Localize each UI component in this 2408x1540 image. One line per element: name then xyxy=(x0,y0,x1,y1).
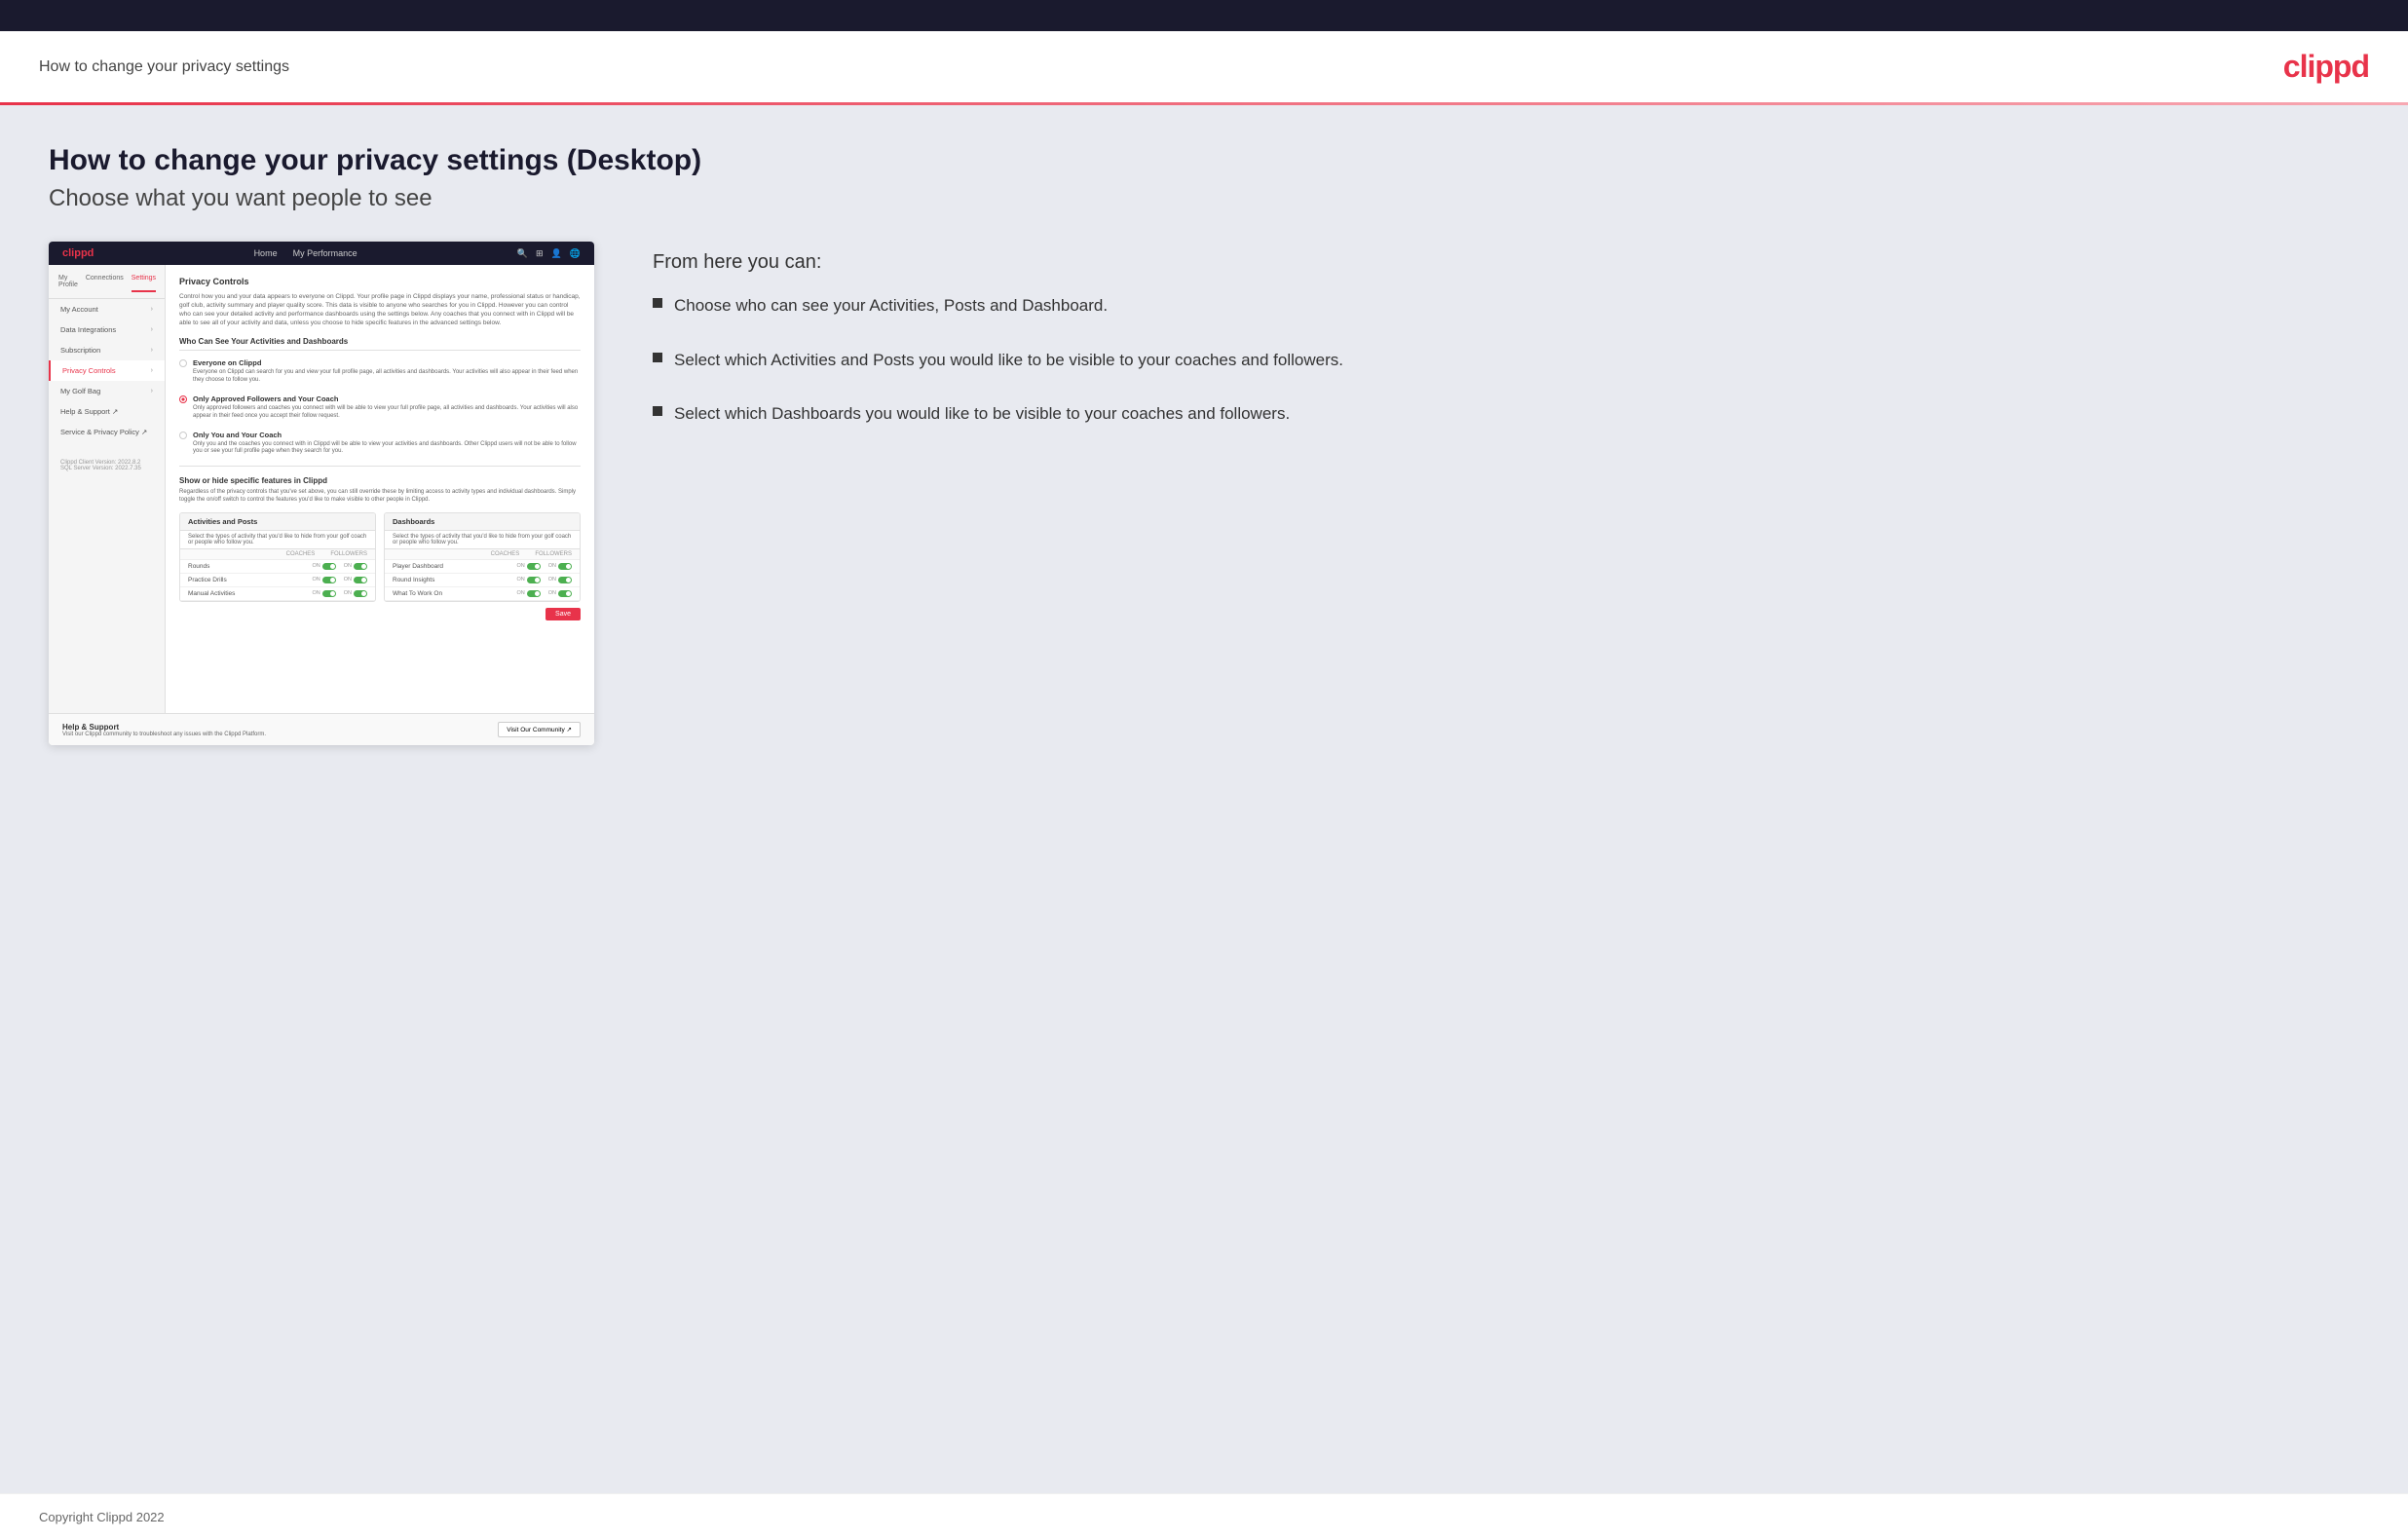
screenshot-container: clippd Home My Performance 🔍 ⊞ 👤 🌐 My xyxy=(49,242,594,745)
mock-tab-settings: Settings xyxy=(132,275,156,292)
mock-toggle-practice-followers[interactable]: ON xyxy=(344,577,367,583)
logo: clippd xyxy=(2283,49,2369,85)
mock-save-button[interactable]: Save xyxy=(546,608,581,620)
mock-toggles-row: Activities and Posts Select the types of… xyxy=(179,512,581,602)
mock-toggle-manual: Manual Activities ON ON xyxy=(180,587,375,601)
mock-sidebar-my-account[interactable]: My Account› xyxy=(49,299,165,319)
mock-activities-desc: Select the types of activity that you'd … xyxy=(180,531,375,549)
mock-dashboards-header: Dashboards xyxy=(385,513,580,531)
mock-help-title: Help & Support xyxy=(62,723,266,732)
mock-sidebar-tabs: My Profile Connections Settings xyxy=(49,275,165,299)
mock-activities-section: Activities and Posts Select the types of… xyxy=(179,512,376,602)
mock-divider xyxy=(179,466,581,467)
bullet-square-3 xyxy=(653,406,662,416)
mock-sidebar: My Profile Connections Settings My Accou… xyxy=(49,265,166,713)
info-panel: From here you can: Choose who can see yo… xyxy=(653,242,2359,456)
mock-save-row: Save xyxy=(179,602,581,626)
mock-visit-community-btn[interactable]: Visit Our Community ↗ xyxy=(498,722,581,737)
mock-privacy-title: Privacy Controls xyxy=(179,277,581,286)
mock-search-icon: 🔍 xyxy=(517,248,528,259)
info-from-here-title: From here you can: xyxy=(653,251,2359,274)
mock-who-title: Who Can See Your Activities and Dashboar… xyxy=(179,337,581,351)
mock-toggle-rounds-followers[interactable]: ON xyxy=(344,563,367,570)
footer: Copyright Clippd 2022 xyxy=(0,1493,2408,1540)
mock-globe-icon: 🌐 xyxy=(570,248,581,259)
mock-toggle-player-coaches[interactable]: ON xyxy=(517,563,541,570)
bullet-square-1 xyxy=(653,298,662,308)
mock-body: My Profile Connections Settings My Accou… xyxy=(49,265,594,713)
mock-toggle-manual-followers[interactable]: ON xyxy=(344,590,367,597)
main-content: How to change your privacy settings (Des… xyxy=(0,105,2408,1493)
mock-nav-bar: clippd Home My Performance 🔍 ⊞ 👤 🌐 xyxy=(49,242,594,265)
mock-toggle-rounds-coaches[interactable]: ON xyxy=(313,563,336,570)
mock-toggle-manual-coaches[interactable]: ON xyxy=(313,590,336,597)
mock-main: Privacy Controls Control how you and you… xyxy=(166,265,594,713)
mock-toggle-work-followers[interactable]: ON xyxy=(548,590,572,597)
mock-user-icon: 👤 xyxy=(551,248,562,259)
mock-nav-home: Home xyxy=(254,248,278,258)
mock-toggle-round-insights: Round Insights ON ON xyxy=(385,574,580,587)
mock-toggle-player-dashboard: Player Dashboard ON ON xyxy=(385,560,580,574)
mock-nav-performance: My Performance xyxy=(293,248,357,258)
mock-dashboards-section: Dashboards Select the types of activity … xyxy=(384,512,581,602)
mock-sidebar-help[interactable]: Help & Support ↗ xyxy=(49,401,165,422)
mock-activities-header: Activities and Posts xyxy=(180,513,375,531)
mock-toggle-round-followers[interactable]: ON xyxy=(548,577,572,583)
mock-help-text: Help & Support Visit our Clippd communit… xyxy=(62,723,266,737)
mock-dashboards-cols: COACHES FOLLOWERS xyxy=(385,549,580,560)
bullet-item-1: Choose who can see your Activities, Post… xyxy=(653,293,2359,319)
mock-tab-connections: Connections xyxy=(86,275,124,292)
copyright: Copyright Clippd 2022 xyxy=(39,1510,165,1524)
page-subtitle: Choose what you want people to see xyxy=(49,185,2359,212)
bullet-item-3: Select which Dashboards you would like t… xyxy=(653,401,2359,427)
header: How to change your privacy settings clip… xyxy=(0,31,2408,102)
mock-toggle-practice: Practice Drills ON ON xyxy=(180,574,375,587)
mock-sidebar-service-policy[interactable]: Service & Privacy Policy ↗ xyxy=(49,422,165,442)
bullet-text-1: Choose who can see your Activities, Post… xyxy=(674,293,1108,319)
mock-nav-links: Home My Performance xyxy=(254,248,357,258)
mock-sidebar-subscription[interactable]: Subscription› xyxy=(49,340,165,360)
mock-toggle-practice-coaches[interactable]: ON xyxy=(313,577,336,583)
mock-radio-everyone[interactable]: Everyone on Clippd Everyone on Clippd ca… xyxy=(179,358,581,385)
content-row: clippd Home My Performance 🔍 ⊞ 👤 🌐 My xyxy=(49,242,2359,745)
page-title: How to change your privacy settings (Des… xyxy=(49,144,2359,177)
header-title: How to change your privacy settings xyxy=(39,58,289,76)
bullet-item-2: Select which Activities and Posts you wo… xyxy=(653,348,2359,373)
mock-show-hide-desc: Regardless of the privacy controls that … xyxy=(179,489,581,505)
mock-sidebar-privacy-controls[interactable]: Privacy Controls› xyxy=(49,360,165,381)
mock-radio-followers-btn[interactable] xyxy=(179,395,187,403)
mock-toggle-rounds: Rounds ON ON xyxy=(180,560,375,574)
mock-radio-everyone-btn[interactable] xyxy=(179,359,187,367)
mock-toggle-round-coaches[interactable]: ON xyxy=(517,577,541,583)
top-bar xyxy=(0,0,2408,31)
bullet-list: Choose who can see your Activities, Post… xyxy=(653,293,2359,427)
mock-sidebar-data-integrations[interactable]: Data Integrations› xyxy=(49,319,165,340)
mock-toggle-player-followers[interactable]: ON xyxy=(548,563,572,570)
mock-help-desc: Visit our Clippd community to troublesho… xyxy=(62,732,266,737)
mock-radio-followers[interactable]: Only Approved Followers and Your Coach O… xyxy=(179,394,581,421)
mock-privacy-desc: Control how you and your data appears to… xyxy=(179,292,581,327)
mock-dashboards-desc: Select the types of activity that you'd … xyxy=(385,531,580,549)
bullet-square-2 xyxy=(653,353,662,362)
mock-help-bar: Help & Support Visit our Clippd communit… xyxy=(49,713,594,745)
bullet-text-2: Select which Activities and Posts you wo… xyxy=(674,348,1343,373)
mock-radio-coach-only[interactable]: Only You and Your Coach Only you and the… xyxy=(179,431,581,457)
mock-grid-icon: ⊞ xyxy=(536,248,544,259)
mock-radio-coach-btn[interactable] xyxy=(179,432,187,439)
bullet-text-3: Select which Dashboards you would like t… xyxy=(674,401,1290,427)
mock-toggle-what-to-work: What To Work On ON ON xyxy=(385,587,580,601)
mock-show-hide-title: Show or hide specific features in Clippd xyxy=(179,476,581,485)
mock-activities-cols: COACHES FOLLOWERS xyxy=(180,549,375,560)
mock-sidebar-version: Clippd Client Version: 2022.8.2SQL Serve… xyxy=(49,452,165,479)
mock-tab-profile: My Profile xyxy=(58,275,78,292)
mock-nav-icons: 🔍 ⊞ 👤 🌐 xyxy=(517,248,581,259)
mock-logo: clippd xyxy=(62,247,94,259)
mock-toggle-work-coaches[interactable]: ON xyxy=(517,590,541,597)
mock-sidebar-golf-bag[interactable]: My Golf Bag› xyxy=(49,381,165,401)
